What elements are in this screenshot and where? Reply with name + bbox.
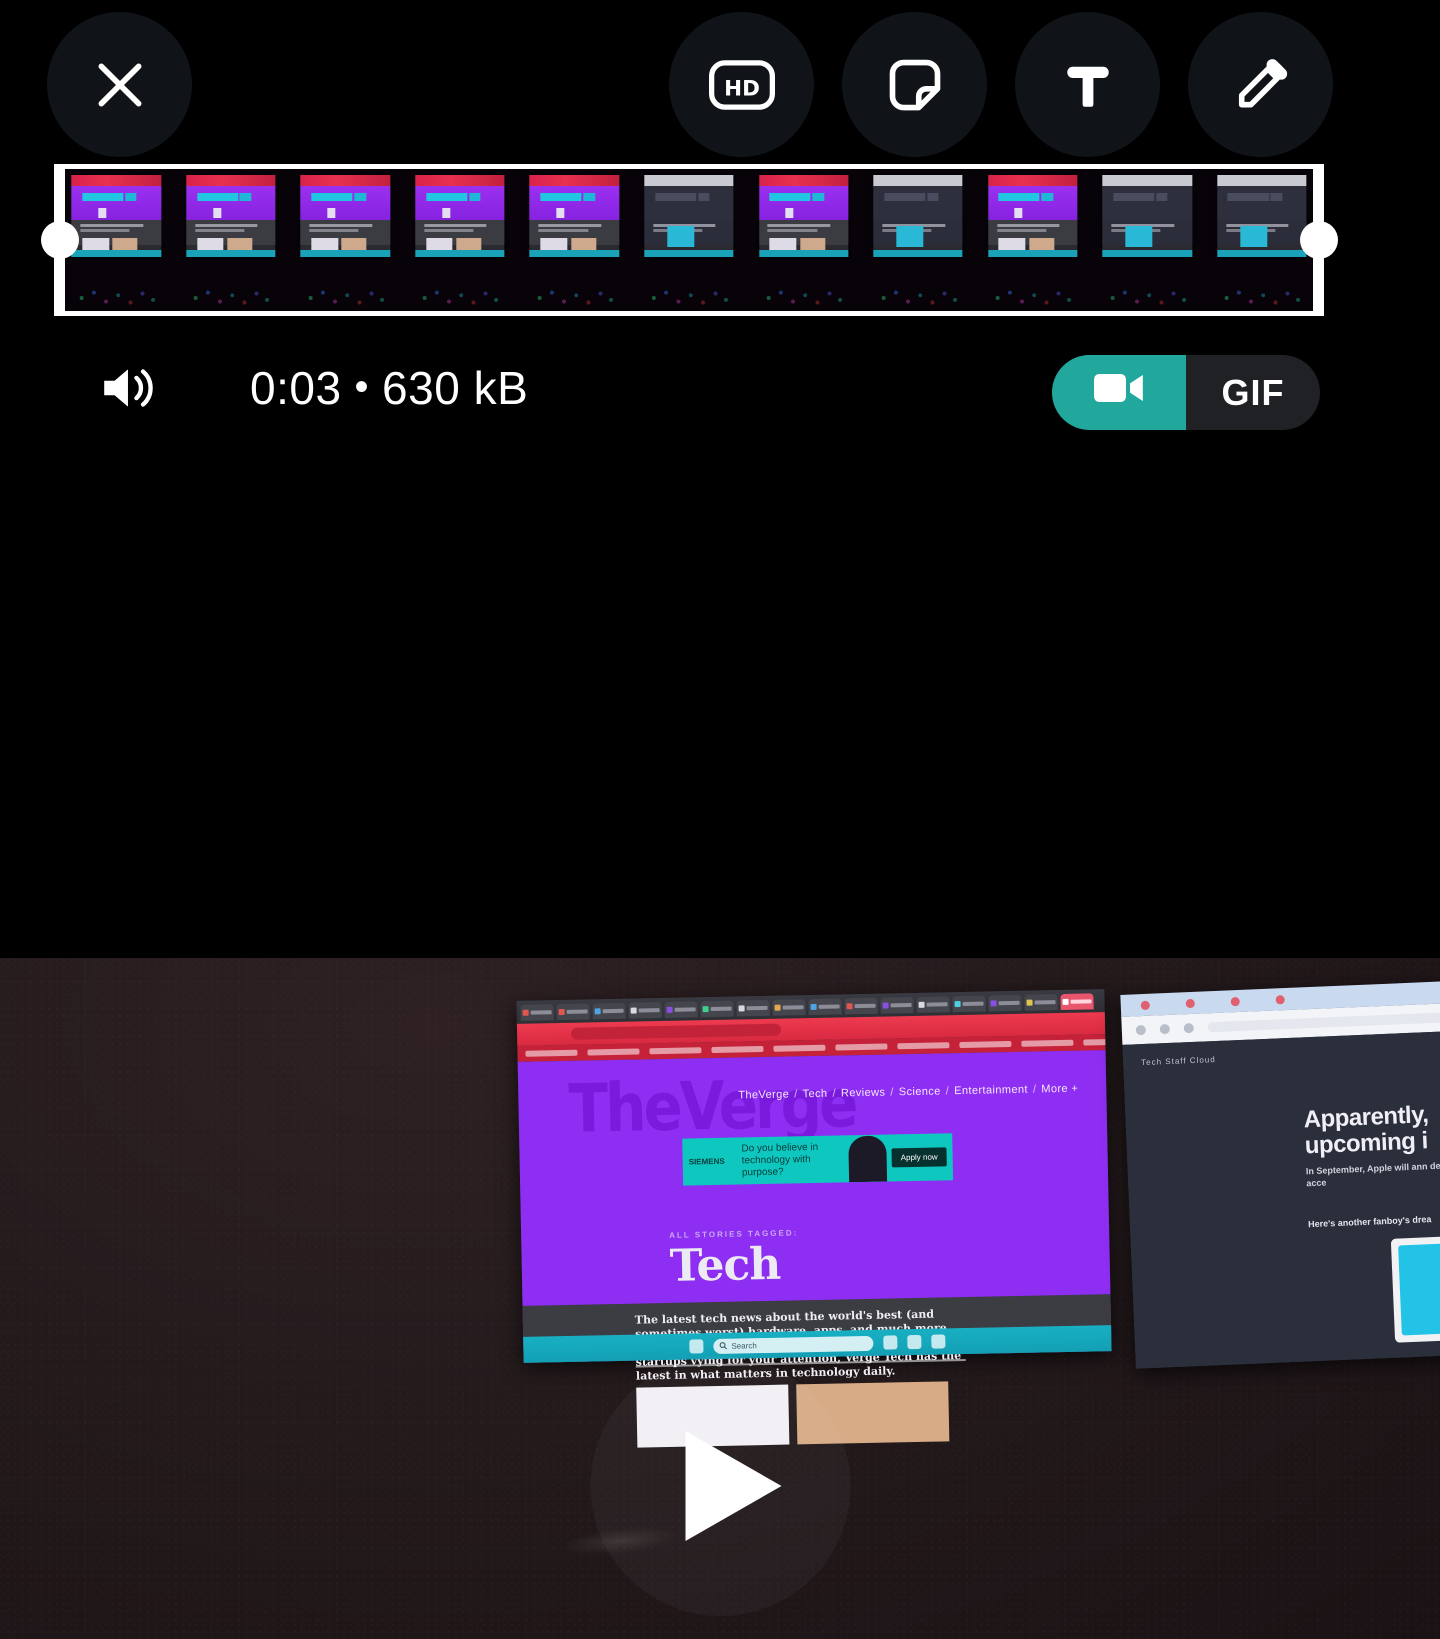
article-screenshot [1390, 1232, 1440, 1343]
browser-tab [952, 995, 986, 1012]
taskbar-icon [883, 1335, 898, 1350]
ad-brand: SIEMENS [688, 1156, 725, 1167]
nav-entertainment: Entertainment [954, 1083, 1029, 1098]
browser-tab [736, 999, 770, 1017]
media-filesize: 630 kB [382, 362, 529, 414]
filmstrip-frame[interactable] [1089, 169, 1205, 311]
video-trimmer[interactable] [54, 164, 1324, 316]
close-icon [88, 53, 152, 117]
filmstrip-frame[interactable] [402, 169, 518, 311]
draw-button[interactable] [1188, 12, 1333, 157]
format-toggle-gif[interactable]: GIF [1186, 355, 1320, 430]
pencil-icon [1231, 55, 1291, 115]
article-subhead: In September, Apple will ann decision) a… [1305, 1157, 1440, 1189]
url-pill [1207, 1008, 1440, 1033]
svg-text:HD: HD [724, 76, 760, 101]
browser-tab [988, 994, 1022, 1011]
media-preview[interactable]: TheVerge TheVerge / Tech / Reviews / Science / E… [0, 958, 1440, 1639]
gif-label: GIF [1221, 371, 1285, 413]
nav-more: More + [1041, 1082, 1079, 1096]
close-button[interactable] [47, 12, 192, 157]
filmstrip-frame[interactable] [975, 169, 1090, 311]
browser-tab [880, 996, 914, 1014]
browser-tab [628, 1001, 662, 1019]
hd-icon: HD [708, 59, 775, 111]
filmstrip-frame[interactable] [860, 169, 976, 311]
article-page: Tech Staff Cloud Apparently, upcoming i … [1122, 1027, 1440, 1369]
page-title: Tech [669, 1238, 781, 1292]
start-icon [689, 1339, 704, 1354]
filmstrip-frame[interactable] [173, 169, 289, 311]
browser-tab [772, 998, 806, 1016]
nav-tech: Tech [802, 1087, 828, 1101]
filmstrip[interactable] [59, 169, 1319, 311]
url-pill [570, 1023, 782, 1040]
media-editor-screen: HD 0:03 • 630 kB GIF TheVerge TheVerge /… [0, 0, 1440, 1639]
article-kicker: Here's another fanboy's drea [1307, 1214, 1432, 1230]
search-icon [719, 1342, 728, 1350]
browser-tab-active [1060, 992, 1094, 1010]
mute-toggle-button[interactable] [98, 360, 160, 421]
text-icon [1059, 56, 1117, 114]
trim-start-handle[interactable] [40, 164, 79, 316]
filmstrip-frame[interactable] [288, 169, 403, 311]
taskbar-search: Search [713, 1335, 874, 1354]
speaker-on-icon [98, 369, 160, 420]
trim-end-knob[interactable] [1299, 221, 1338, 259]
browser-tab [592, 1002, 626, 1019]
browser-tab [1024, 993, 1058, 1011]
browser-tab [556, 1002, 590, 1020]
media-meta-text: 0:03 • 630 kB [250, 351, 528, 428]
ad-copy: Do you believe in technology with purpos… [741, 1141, 819, 1178]
sticker-button[interactable] [842, 12, 987, 157]
nav-science: Science [898, 1085, 941, 1099]
breadcrumb: Tech Staff Cloud [1141, 1055, 1216, 1068]
siemens-ad-banner: SIEMENS Do you believe in technology wit… [682, 1133, 954, 1186]
play-button[interactable] [633, 1398, 808, 1573]
taskbar-icon [907, 1334, 922, 1350]
right-monitor: Tech Staff Cloud Apparently, upcoming i … [1120, 977, 1440, 1369]
ad-portrait [848, 1135, 888, 1182]
video-camera-icon [1093, 371, 1145, 414]
trim-start-knob[interactable] [40, 221, 79, 259]
ad-cta-button: Apply now [891, 1147, 947, 1168]
top-toolbar: HD [0, 0, 1440, 170]
browser-tab [844, 997, 878, 1014]
hd-quality-button[interactable]: HD [669, 12, 814, 157]
format-toggle-video[interactable] [1052, 355, 1186, 430]
verge-page: TheVerge TheVerge / Tech / Reviews / Science / E… [517, 1050, 1112, 1448]
trim-end-handle[interactable] [1299, 164, 1338, 316]
taskbar-icon [931, 1334, 946, 1349]
nav-brand: TheVerge [738, 1088, 790, 1102]
meta-separator: • [354, 365, 370, 409]
filmstrip-frame[interactable] [517, 169, 632, 311]
format-toggle[interactable]: GIF [1052, 355, 1320, 430]
filmstrip-frame[interactable] [631, 169, 747, 311]
browser-tab [808, 997, 842, 1015]
add-text-button[interactable] [1015, 12, 1160, 157]
sticker-icon [885, 55, 945, 115]
nav-reviews: Reviews [840, 1086, 886, 1100]
media-duration: 0:03 [250, 362, 342, 414]
browser-tab [664, 1000, 698, 1018]
left-monitor: TheVerge TheVerge / Tech / Reviews / Science / E… [516, 989, 1112, 1448]
browser-tab [916, 995, 950, 1013]
browser-tab [520, 1003, 554, 1021]
taskbar-search-label: Search [731, 1340, 757, 1351]
filmstrip-frame[interactable] [746, 169, 861, 311]
article-headline: Apparently, upcoming i [1303, 1101, 1429, 1160]
browser-tab [700, 1000, 734, 1017]
play-halo [590, 1356, 850, 1616]
